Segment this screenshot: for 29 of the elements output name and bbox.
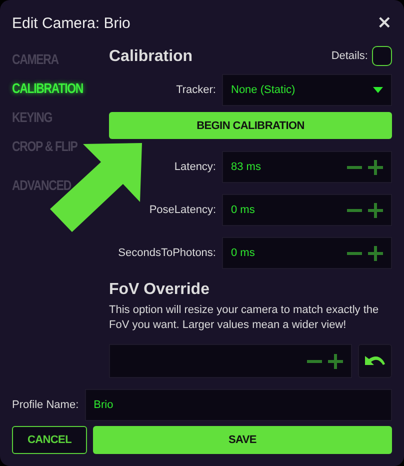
begin-calibration-button[interactable]: BEGIN CALIBRATION bbox=[109, 112, 392, 139]
plus-icon[interactable] bbox=[328, 354, 343, 368]
section-title: Calibration bbox=[109, 46, 193, 66]
profile-name-field[interactable]: Brio bbox=[84, 389, 392, 421]
cancel-button[interactable]: CANCEL bbox=[12, 426, 87, 454]
section-title: FoV Override bbox=[109, 280, 210, 299]
field-label: PoseLatency: bbox=[148, 203, 216, 217]
undo-icon-button[interactable] bbox=[358, 344, 392, 378]
plus-icon[interactable] bbox=[368, 202, 383, 218]
profile-name-label: Profile Name: bbox=[12, 398, 79, 412]
tracker-dropdown[interactable]: None (Static) bbox=[222, 74, 392, 106]
number-field[interactable]: 83 ms bbox=[222, 151, 392, 183]
window-title: Edit Camera: Brio bbox=[12, 14, 130, 32]
tracker-label: Tracker: bbox=[175, 83, 216, 97]
description-text: This option will resize your camera to match exactly the FoV you want. Larger values mean a wider view! bbox=[109, 303, 380, 333]
plus-icon[interactable] bbox=[368, 246, 383, 260]
plus-icon[interactable] bbox=[368, 160, 383, 174]
fov-field[interactable] bbox=[109, 344, 352, 378]
field-label: SecondsToPhotons: bbox=[117, 246, 216, 260]
close-button[interactable]: × bbox=[376, 14, 392, 32]
save-button[interactable]: SAVE bbox=[93, 426, 392, 454]
sidebar-item[interactable]: CALIBRATION bbox=[12, 79, 84, 98]
details-label: Details: bbox=[331, 49, 368, 63]
details-checkbox[interactable] bbox=[372, 46, 392, 66]
number-field[interactable]: 0 ms bbox=[222, 237, 392, 269]
undo-icon bbox=[364, 354, 386, 368]
caret-icon bbox=[373, 87, 383, 93]
number-field[interactable]: 0 ms bbox=[222, 194, 392, 226]
field-label: Latency: bbox=[173, 160, 216, 174]
